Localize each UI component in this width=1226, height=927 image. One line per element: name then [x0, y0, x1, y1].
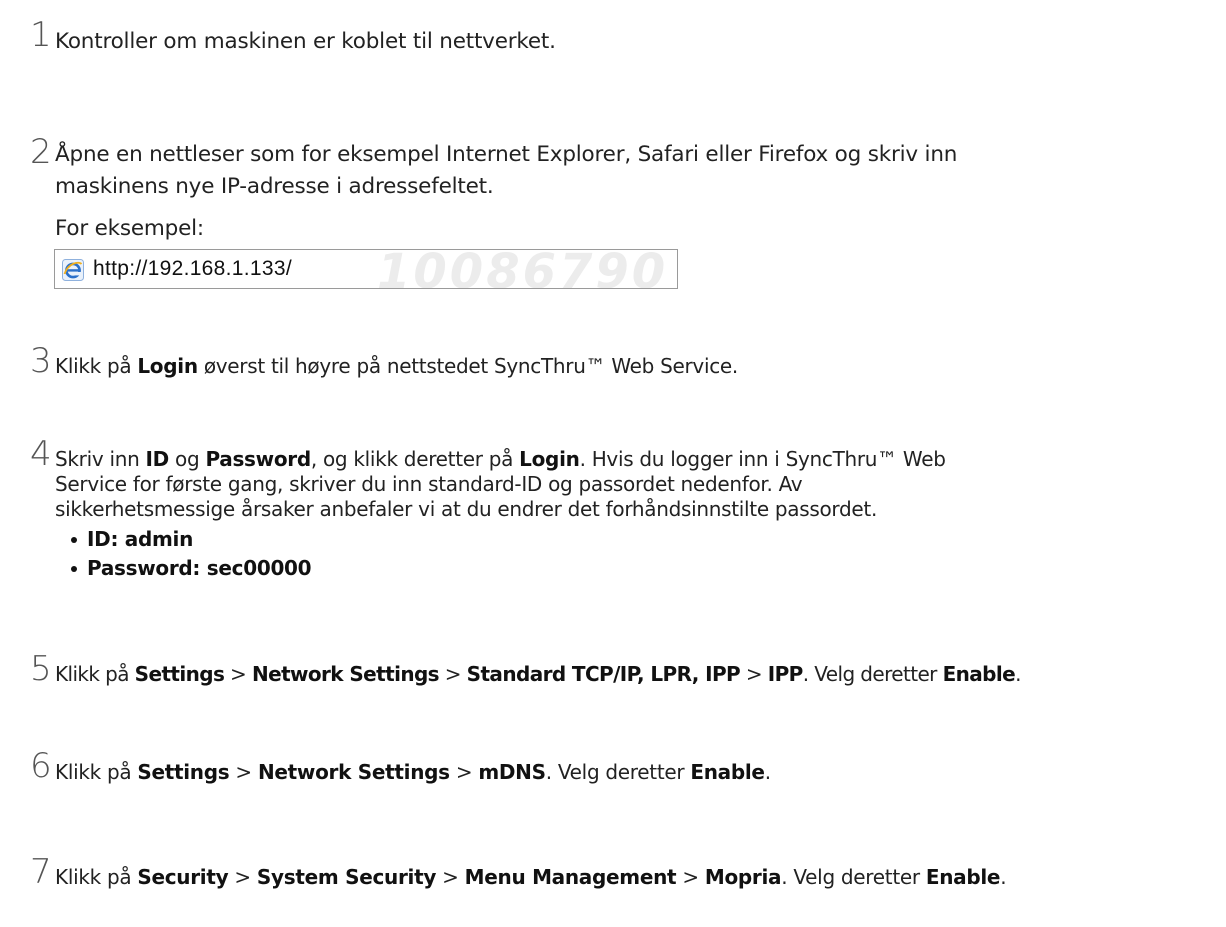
step-number: 5 — [30, 649, 52, 689]
ui-term: Login — [519, 447, 580, 471]
credentials-list: ID: admin Password: sec00000 — [55, 525, 1218, 583]
ui-term: Enable — [942, 662, 1016, 686]
separator: > — [229, 760, 258, 784]
ui-term: Login — [137, 354, 198, 378]
ui-term: ID — [145, 447, 170, 471]
ui-term: Network Settings — [251, 662, 440, 686]
step-number: 3 — [30, 341, 52, 381]
step-number: 2 — [30, 132, 52, 172]
step-text-line: Skriv inn ID og Password, og klikk deret… — [55, 447, 1218, 472]
text-segment: og — [168, 447, 206, 471]
separator: > — [224, 662, 252, 686]
text-segment: . Velg deretter — [545, 760, 691, 784]
step-number: 1 — [30, 15, 52, 55]
text-segment: Skriv inn — [55, 447, 146, 471]
separator: > — [449, 760, 479, 784]
browser-address-bar: 10086790 http://192.168.1.133/ — [54, 249, 678, 289]
ui-term: Network Settings — [257, 760, 450, 784]
ui-term: Password — [205, 447, 311, 471]
separator: > — [436, 865, 465, 889]
step-text: Kontroller om maskinen er koblet til net… — [55, 29, 556, 54]
ui-term: Enable — [690, 760, 765, 784]
text-segment: . Velg deretter — [781, 865, 926, 889]
step-text: Klikk på Login øverst til høyre på netts… — [55, 353, 1218, 379]
ui-term: Enable — [925, 865, 1001, 889]
ui-term: Menu Management — [464, 865, 677, 889]
text-segment: . — [1000, 865, 1007, 889]
text-segment: . — [764, 760, 771, 784]
text-segment: Klikk på — [55, 662, 135, 686]
step-number: 6 — [30, 746, 52, 786]
text-segment: , og klikk deretter på — [310, 447, 520, 471]
text-segment: . — [1015, 662, 1021, 686]
step-text-line: sikkerhetsmessige årsaker anbefaler vi a… — [55, 497, 877, 521]
separator: > — [740, 662, 768, 686]
step-text: Klikk på Settings > Network Settings > m… — [55, 759, 1218, 785]
ui-term: Settings — [137, 760, 230, 784]
step-text-line: maskinens nye IP-adresse i adressefeltet… — [55, 174, 494, 199]
ui-term: Security — [137, 865, 229, 889]
step-number: 4 — [30, 434, 52, 474]
ui-term: IPP — [767, 662, 804, 686]
step-text: Åpne en nettleser som for eksempel Inter… — [55, 141, 1218, 243]
text-segment: . Hvis du logger inn i SyncThru™ Web — [579, 447, 946, 471]
step-text: Klikk på Security > System Security > Me… — [55, 864, 1218, 890]
ui-term: Mopria — [704, 865, 782, 889]
text-segment: Klikk på — [55, 865, 138, 889]
step-text: Klikk på Settings > Network Settings > S… — [55, 661, 1218, 687]
text-segment: Klikk på — [55, 354, 138, 378]
list-item: ID: admin — [69, 525, 1218, 554]
separator: > — [228, 865, 257, 889]
list-item: Password: sec00000 — [69, 554, 1218, 583]
step-text-line: Service for første gang, skriver du inn … — [55, 472, 803, 496]
internet-explorer-icon — [62, 259, 84, 281]
watermark-text: 10086790 — [377, 249, 669, 289]
ui-term: mDNS — [478, 760, 546, 784]
address-url: http://192.168.1.133/ — [93, 257, 292, 280]
text-segment: Klikk på — [55, 760, 138, 784]
step-text-line: Åpne en nettleser som for eksempel Inter… — [55, 142, 958, 167]
ui-term: System Security — [256, 865, 437, 889]
step-text: Skriv inn ID og Password, og klikk deret… — [55, 447, 1218, 583]
example-label: For eksempel: — [55, 216, 204, 241]
ui-term: Settings — [134, 662, 225, 686]
ui-term: Standard TCP/IP, LPR, IPP — [466, 662, 741, 686]
text-segment: . Velg deretter — [802, 662, 943, 686]
separator: > — [438, 662, 467, 686]
step-number: 7 — [30, 852, 52, 892]
text-segment: øverst til høyre på nettstedet SyncThru™… — [197, 354, 738, 378]
separator: > — [676, 865, 705, 889]
